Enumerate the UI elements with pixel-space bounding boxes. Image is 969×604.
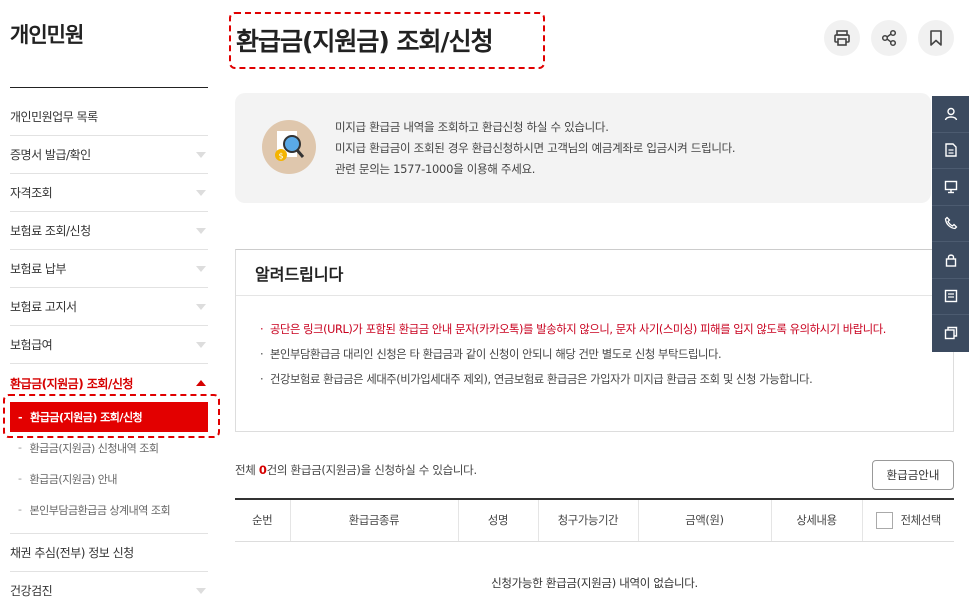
count-number: 0 [258, 463, 267, 477]
quick-menu-item[interactable] [932, 96, 969, 133]
dash-icon: - [18, 472, 22, 485]
notice-item: 본인부담환급금 대리인 신청은 타 환급금과 같이 신청이 안되니 해당 건만 … [258, 345, 953, 365]
submenu-item-refund-guide[interactable]: - 환급금(지원금) 안내 [10, 463, 208, 494]
notice-item-warning: 공단은 링크(URL)가 포함된 환급금 안내 문자(카카오톡)를 발송하지 않… [258, 320, 923, 340]
highlight-box-title [229, 12, 545, 69]
sidebar-item-debt-collection[interactable]: 채권 추심(전부) 정보 신청 [10, 534, 208, 572]
table-header: 성명 [457, 498, 538, 542]
lock-icon [945, 254, 956, 267]
person-icon [944, 107, 957, 121]
refund-search-icon: $ [262, 120, 316, 174]
quick-menu-item[interactable] [932, 242, 969, 279]
sidebar-menu: 개인민원업무 목록 증명서 발급/확인 자격조회 보험료 조회/신청 보험료 납… [10, 98, 208, 604]
select-all-checkbox[interactable] [875, 512, 893, 529]
sidebar-item-civil-list[interactable]: 개인민원업무 목록 [10, 98, 208, 136]
sidebar-item-benefits[interactable]: 보험급여 [10, 326, 208, 364]
sidebar-item-label: 보험급여 [10, 338, 53, 352]
sidebar-item-label: 채권 추심(전부) 정보 신청 [10, 546, 134, 560]
sidebar-item-premium-payment[interactable]: 보험료 납부 [10, 250, 208, 288]
submenu-item-label: 환급금(지원금) 신청내역 조회 [29, 441, 159, 455]
chevron-down-icon [196, 265, 206, 272]
table-header: 환급금종류 [289, 498, 458, 542]
sidebar-item-eligibility[interactable]: 자격조회 [10, 174, 208, 212]
notice-item: 건강보험료 환급금은 세대주(비가입세대주 제외), 연금보험료 환급금은 가입… [258, 370, 953, 390]
chevron-down-icon [196, 303, 206, 310]
monitor-icon [944, 180, 957, 193]
chevron-down-icon [196, 227, 206, 234]
submenu-item-label: 환급금(지원금) 안내 [29, 472, 118, 486]
sidebar-title: 개인민원 [10, 23, 84, 47]
info-box: $ 미지급 환급금 내역을 조회하고 환급신청 하실 수 있습니다. 미지급 환… [235, 93, 931, 203]
sidebar-item-label: 보험료 고지서 [10, 300, 77, 314]
sidebar-item-label: 건강검진 [10, 584, 53, 598]
sidebar-item-label: 보험료 조회/신청 [10, 224, 91, 238]
bookmark-icon [930, 30, 942, 46]
sidebar-divider [10, 87, 208, 88]
chevron-down-icon [196, 189, 206, 196]
empty-message: 신청가능한 환급금(지원금) 내역이 없습니다. [491, 576, 698, 590]
document-icon [944, 143, 957, 157]
notice-title: 알려드립니다 [236, 250, 953, 296]
select-all-header: 전체선택 [861, 498, 954, 542]
chevron-down-icon [196, 341, 206, 348]
refund-count-text: 전체 0건의 환급금(지원금)을 신청하실 수 있습니다. [235, 462, 477, 478]
submenu-item-offset-history[interactable]: - 본인부담금환급금 상계내역 조회 [10, 494, 208, 525]
dash-icon: - [18, 503, 22, 516]
submenu-item-label: 본인부담금환급금 상계내역 조회 [29, 503, 171, 517]
highlight-box-submenu [3, 394, 220, 438]
quick-menu-item[interactable] [932, 315, 969, 352]
table-header: 순번 [235, 498, 290, 542]
phone-icon [944, 216, 957, 230]
quick-menu-item[interactable] [932, 169, 969, 206]
svg-text:$: $ [278, 152, 283, 161]
info-text: 미지급 환급금 내역을 조회하고 환급신청 하실 수 있습니다. 미지급 환급금… [335, 117, 736, 180]
sidebar-item-label: 보험료 납부 [10, 262, 67, 276]
notice-list: 공단은 링크(URL)가 포함된 환급금 안내 문자(카카오톡)를 발송하지 않… [236, 296, 953, 390]
table-header: 청구가능기간 [537, 498, 638, 542]
notice-panel: 알려드립니다 공단은 링크(URL)가 포함된 환급금 안내 문자(카카오톡)를… [235, 249, 954, 432]
info-line: 관련 문의는 1577-1000을 이용해 주세요. [335, 162, 536, 176]
list-icon [944, 290, 957, 303]
sidebar-item-certificate[interactable]: 증명서 발급/확인 [10, 136, 208, 174]
select-all-label: 전체선택 [900, 513, 942, 527]
chevron-down-icon [196, 151, 206, 158]
chevron-down-icon [196, 587, 206, 594]
sidebar-item-premium-bill[interactable]: 보험료 고지서 [10, 288, 208, 326]
chevron-up-icon [196, 380, 206, 386]
table-header: 금액(원) [637, 498, 771, 542]
info-line: 미지급 환급금이 조회된 경우 환급신청하시면 고객님의 예금계좌로 입금시켜 … [335, 141, 736, 155]
print-button[interactable] [824, 20, 860, 56]
refund-table: 순번 환급금종류 성명 청구가능기간 금액(원) 상세내용 전체선택 [235, 498, 954, 542]
sidebar: 개인민원 개인민원업무 목록 증명서 발급/확인 자격조회 보험료 조회/신청 … [0, 0, 208, 604]
bookmark-button[interactable] [918, 20, 954, 56]
count-prefix: 전체 [235, 463, 259, 477]
table-header: 상세내용 [770, 498, 862, 542]
sidebar-item-label: 환급금(지원금) 조회/신청 [10, 376, 133, 391]
info-line: 미지급 환급금 내역을 조회하고 환급신청 하실 수 있습니다. [335, 120, 609, 134]
count-suffix: 건의 환급금(지원금)을 신청하실 수 있습니다. [266, 463, 478, 477]
printer-icon [834, 30, 850, 46]
quick-menu-item[interactable] [932, 133, 969, 169]
sidebar-item-label: 개인민원업무 목록 [10, 110, 98, 124]
sidebar-item-label: 자격조회 [10, 186, 53, 200]
quick-menu-item[interactable] [932, 206, 969, 242]
refund-guide-button[interactable]: 환급금안내 [872, 460, 954, 490]
quick-menu-item[interactable] [932, 279, 969, 315]
sidebar-item-premium-inquiry[interactable]: 보험료 조회/신청 [10, 212, 208, 250]
quick-menu-bar [932, 96, 969, 352]
dash-icon: - [18, 441, 22, 454]
sidebar-item-label: 증명서 발급/확인 [10, 148, 91, 162]
share-icon [881, 29, 897, 47]
top-toolbar [824, 20, 954, 56]
sidebar-item-health-checkup[interactable]: 건강검진 [10, 572, 208, 604]
share-button[interactable] [871, 20, 907, 56]
copy-icon [944, 327, 957, 340]
